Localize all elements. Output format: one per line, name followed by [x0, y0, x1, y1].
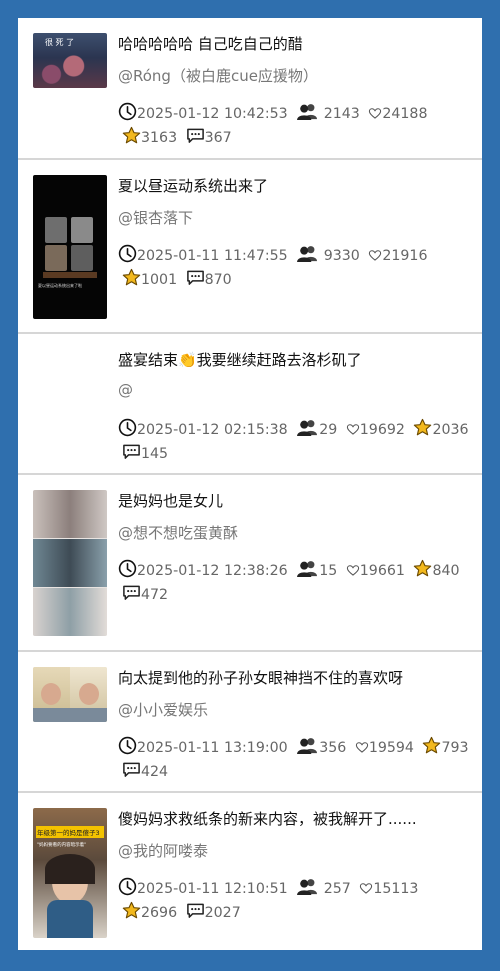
post-stats: 2025-01-12 10:42:53 2143 24188 3163 367 — [118, 102, 474, 150]
comment-icon[interactable] — [186, 126, 205, 145]
viewer-count: 9330 — [323, 248, 360, 264]
star-icon[interactable] — [122, 126, 141, 145]
star-count: 1001 — [141, 272, 178, 288]
post-author[interactable]: @ — [118, 381, 472, 399]
clock-icon — [118, 102, 137, 121]
post-card[interactable]: 很 死 了 哈哈哈哈哈 自己吃自己的醋 @Róng（被白鹿cue应援物） 202… — [18, 18, 482, 160]
thumbnail-caption: 很 死 了 — [45, 38, 75, 47]
star-count: 793 — [441, 740, 469, 756]
thumbnail-caption: 年级第一的妈是傻子3 — [37, 829, 100, 837]
like-count: 19594 — [368, 740, 414, 756]
viewer-count: 2143 — [323, 106, 360, 122]
post-card[interactable]: 是妈妈也是女儿 @想不想吃蛋黄酥 2025-01-12 12:38:26 15 … — [18, 475, 482, 652]
star-icon[interactable] — [122, 268, 141, 287]
star-count: 2036 — [432, 422, 469, 438]
post-title[interactable]: 是妈妈也是女儿 — [118, 490, 472, 511]
post-author[interactable]: @银杏落下 — [118, 207, 472, 228]
star-icon[interactable] — [413, 418, 432, 437]
post-title[interactable]: 哈哈哈哈哈 自己吃自己的醋 — [118, 33, 472, 54]
comment-icon[interactable] — [122, 442, 141, 461]
post-card[interactable]: 盛宴结束👏我要继续赶路去洛杉矶了 @ 2025-01-12 02:15:38 2… — [18, 334, 482, 475]
viewer-count: 29 — [319, 422, 338, 438]
heart-icon[interactable] — [355, 740, 369, 755]
clock-icon — [118, 877, 137, 896]
star-count: 3163 — [141, 130, 178, 146]
post-date: 2025-01-11 13:19:00 — [137, 740, 288, 756]
star-count: 840 — [432, 563, 460, 579]
post-title[interactable]: 向太提到他的孙子孙女眼神挡不住的喜欢呀 — [118, 667, 472, 688]
clock-icon — [118, 736, 137, 755]
like-count: 19661 — [359, 563, 405, 579]
like-count: 19692 — [359, 422, 405, 438]
people-icon — [296, 559, 319, 578]
people-icon — [296, 877, 319, 896]
star-icon[interactable] — [413, 559, 432, 578]
viewer-count: 257 — [323, 881, 351, 897]
comment-count: 367 — [204, 130, 232, 146]
clock-icon — [118, 418, 137, 437]
heart-icon[interactable] — [346, 563, 360, 578]
post-card[interactable]: 年级第一的妈是傻子3 "妈妈要看的内容暗示着" 傻妈妈求救纸条的新来内容，被我解… — [18, 793, 482, 950]
viewer-count: 15 — [319, 563, 338, 579]
comment-icon[interactable] — [186, 901, 205, 920]
post-title[interactable]: 傻妈妈求救纸条的新来内容，被我解开了...... — [118, 808, 472, 829]
viewer-count: 356 — [319, 740, 347, 756]
people-icon — [296, 244, 319, 263]
heart-icon[interactable] — [359, 881, 373, 896]
post-thumbnail[interactable]: 年级第一的妈是傻子3 "妈妈要看的内容暗示着" — [33, 808, 107, 938]
like-count: 21916 — [382, 248, 428, 264]
post-date: 2025-01-12 12:38:26 — [137, 563, 288, 579]
comment-icon[interactable] — [122, 583, 141, 602]
people-icon — [296, 102, 319, 121]
post-author[interactable]: @想不想吃蛋黄酥 — [118, 522, 472, 543]
star-count: 2696 — [141, 905, 178, 921]
comment-count: 2027 — [204, 905, 241, 921]
people-icon — [296, 418, 319, 437]
post-thumbnail[interactable] — [33, 490, 107, 636]
thumbnail-subcaption: "妈妈要看的内容暗示着" — [37, 843, 87, 848]
post-date: 2025-01-11 11:47:55 — [137, 248, 288, 264]
post-card[interactable]: 向太提到他的孙子孙女眼神挡不住的喜欢呀 @小小爱娱乐 2025-01-11 13… — [18, 652, 482, 793]
people-icon — [296, 736, 319, 755]
clock-icon — [118, 559, 137, 578]
heart-icon[interactable] — [368, 106, 382, 121]
post-stats: 2025-01-11 12:10:51 257 15113 2696 2027 — [118, 877, 474, 925]
clock-icon — [118, 244, 137, 263]
like-count: 15113 — [373, 881, 419, 897]
post-title[interactable]: 夏以昼运动系统出来了 — [118, 175, 472, 196]
heart-icon[interactable] — [368, 248, 382, 263]
comment-icon[interactable] — [186, 268, 205, 287]
post-date: 2025-01-12 10:42:53 — [137, 106, 288, 122]
comment-count: 145 — [141, 446, 169, 462]
thumbnail-caption: 夏以昼运动系统出来了啦 — [38, 283, 82, 288]
post-stats: 2025-01-12 02:15:38 29 19692 2036 145 — [118, 418, 474, 466]
heart-icon[interactable] — [346, 422, 360, 437]
post-stats: 2025-01-11 13:19:00 356 19594 793 424 — [118, 736, 474, 784]
post-card[interactable]: 夏以昼运动系统出来了啦 夏以昼运动系统出来了 @银杏落下 2025-01-11 … — [18, 160, 482, 334]
comment-icon[interactable] — [122, 760, 141, 779]
post-title[interactable]: 盛宴结束👏我要继续赶路去洛杉矶了 — [118, 349, 472, 370]
post-thumbnail[interactable]: 很 死 了 — [33, 33, 107, 88]
post-date: 2025-01-11 12:10:51 — [137, 881, 288, 897]
star-icon[interactable] — [422, 736, 441, 755]
post-author[interactable]: @小小爱娱乐 — [118, 699, 472, 720]
star-icon[interactable] — [122, 901, 141, 920]
post-stats: 2025-01-11 11:47:55 9330 21916 1001 870 — [118, 244, 474, 292]
comment-count: 424 — [141, 764, 169, 780]
post-feed: 很 死 了 哈哈哈哈哈 自己吃自己的醋 @Róng（被白鹿cue应援物） 202… — [18, 18, 482, 950]
post-thumbnail[interactable] — [33, 667, 107, 722]
comment-count: 472 — [141, 587, 169, 603]
post-date: 2025-01-12 02:15:38 — [137, 422, 288, 438]
like-count: 24188 — [382, 106, 428, 122]
comment-count: 870 — [204, 272, 232, 288]
post-thumbnail[interactable]: 夏以昼运动系统出来了啦 — [33, 175, 107, 319]
post-author[interactable]: @我的阿喽泰 — [118, 840, 472, 861]
post-author[interactable]: @Róng（被白鹿cue应援物） — [118, 65, 472, 86]
post-stats: 2025-01-12 12:38:26 15 19661 840 472 — [118, 559, 474, 607]
